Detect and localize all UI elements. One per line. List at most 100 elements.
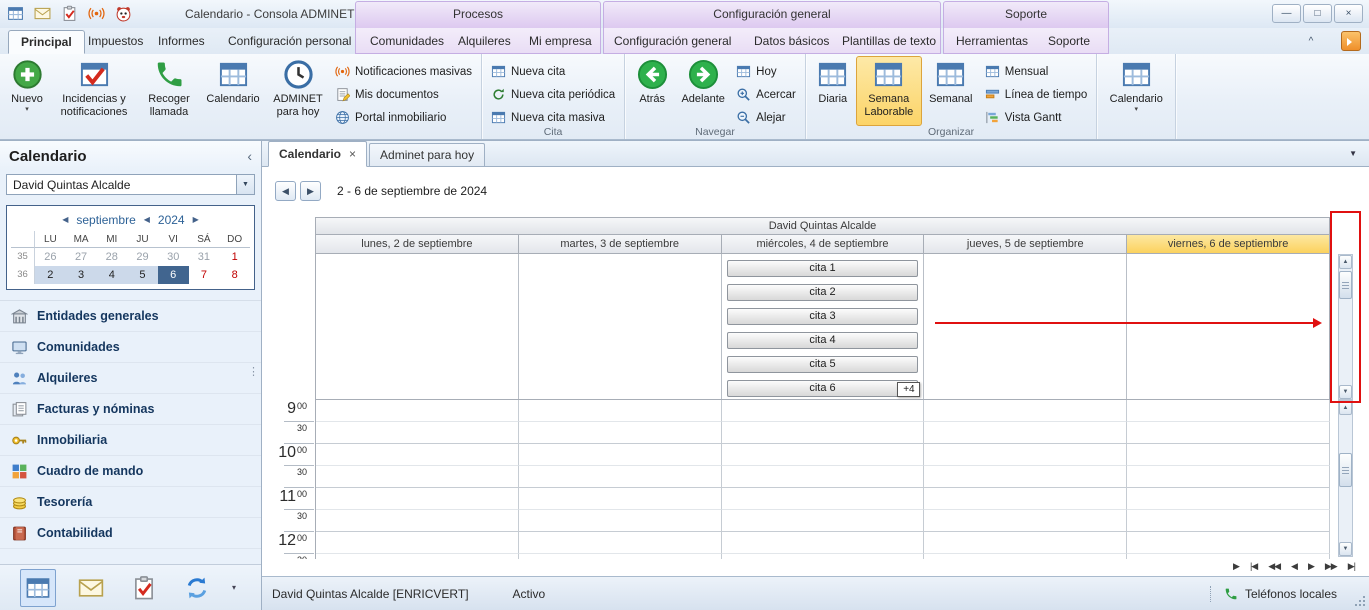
atras-button[interactable]: Atrás xyxy=(629,56,675,126)
calendario-dropdown-button[interactable]: Calendario ▾ xyxy=(1101,56,1171,126)
appointment[interactable]: cita 3 xyxy=(727,308,919,325)
navigator-next-icon[interactable]: ▶ xyxy=(1308,561,1314,572)
allday-col-miercoles[interactable]: cita 1 cita 2 cita 3 cita 4 cita 5 cita … xyxy=(722,254,925,399)
module-overflow-icon[interactable]: ▾ xyxy=(232,583,236,592)
more-appointments-badge[interactable]: +4 xyxy=(897,382,920,397)
allday-col-lunes[interactable] xyxy=(316,254,519,399)
mensual-button[interactable]: Mensual xyxy=(980,61,1092,82)
scrollbar-thumb[interactable] xyxy=(1339,453,1352,487)
mail-icon[interactable] xyxy=(34,5,51,22)
close-tab-icon[interactable]: × xyxy=(349,147,356,161)
nueva-cita-periodica-button[interactable]: Nueva cita periódica xyxy=(486,84,620,105)
navigator-prev-page-icon[interactable]: ◀◀ xyxy=(1268,561,1280,572)
tasks-module-icon[interactable] xyxy=(126,569,162,607)
alejar-button[interactable]: Alejar xyxy=(731,107,801,128)
scroll-down-icon[interactable]: ▼ xyxy=(1339,542,1352,556)
next-range-button[interactable]: ▶ xyxy=(300,181,321,201)
grid-scrollbar[interactable]: ▲ ▼ xyxy=(1338,400,1353,557)
allday-col-martes[interactable] xyxy=(519,254,722,399)
adminet-hoy-button[interactable]: ADMINET para hoy xyxy=(266,56,330,126)
mini-day[interactable]: 28 xyxy=(96,248,127,266)
doc-tab-calendario[interactable]: Calendario × xyxy=(268,141,367,167)
panel-launcher-icon[interactable] xyxy=(1341,31,1361,51)
tab-impuestos[interactable]: Impuestos xyxy=(82,30,149,54)
sidebar-item-comunidades[interactable]: Comunidades xyxy=(0,332,261,363)
navigator-prev-icon[interactable]: ◀ xyxy=(1291,561,1297,572)
navigator-last-icon[interactable]: ▶| xyxy=(1348,561,1355,572)
tab-soporte[interactable]: Soporte xyxy=(1042,30,1096,54)
mini-day[interactable]: 27 xyxy=(66,248,97,266)
day-header-jueves[interactable]: jueves, 5 de septiembre xyxy=(924,235,1127,254)
navigator-play-icon[interactable]: ▶ xyxy=(1233,561,1239,572)
calendar-owner-select[interactable]: David Quintas Alcalde ▼ xyxy=(6,174,255,195)
semanal-button[interactable]: Semanal xyxy=(922,56,980,126)
sidebar-item-facturas[interactable]: Facturas y nóminas xyxy=(0,394,261,425)
incidencias-button[interactable]: Incidencias y notificaciones xyxy=(50,56,138,126)
maximize-button[interactable]: □ xyxy=(1303,4,1332,23)
tasks-icon[interactable] xyxy=(61,5,78,22)
mini-day[interactable]: 1 xyxy=(219,248,250,266)
mini-day[interactable]: 26 xyxy=(35,248,66,266)
prev-year-icon[interactable]: ◀ xyxy=(144,215,150,224)
minimize-button[interactable]: — xyxy=(1272,4,1301,23)
tab-configuracion-general[interactable]: Configuración general xyxy=(608,30,737,54)
linea-de-tiempo-button[interactable]: Línea de tiempo xyxy=(980,84,1092,105)
sidebar-item-inmobiliaria[interactable]: Inmobiliaria xyxy=(0,425,261,456)
navigator-first-icon[interactable]: |◀ xyxy=(1250,561,1257,572)
day-header-lunes[interactable]: lunes, 2 de septiembre xyxy=(316,235,519,254)
sidebar-item-entidades-generales[interactable]: Entidades generales xyxy=(0,301,261,332)
portal-inmobiliario-button[interactable]: Portal inmobiliario xyxy=(330,107,477,128)
mini-day-selected[interactable]: 6 xyxy=(158,266,189,284)
local-phones-label[interactable]: Teléfonos locales xyxy=(1245,587,1337,601)
dropdown-arrow-icon[interactable]: ▼ xyxy=(236,175,254,194)
sync-module-icon[interactable] xyxy=(179,569,215,607)
mis-documentos-button[interactable]: Mis documentos xyxy=(330,84,477,105)
calendario-button[interactable]: Calendario xyxy=(200,56,266,126)
tab-principal[interactable]: Principal xyxy=(8,30,85,54)
doc-tab-adminet-hoy[interactable]: Adminet para hoy xyxy=(369,143,485,166)
hoy-button[interactable]: Hoy xyxy=(731,61,801,82)
next-year-icon[interactable]: ▶ xyxy=(193,215,199,224)
recoger-llamada-button[interactable]: Recoger llamada xyxy=(138,56,200,126)
appointment[interactable]: cita 6 xyxy=(727,380,919,397)
mini-day[interactable]: 31 xyxy=(189,248,220,266)
broadcast-icon[interactable] xyxy=(88,5,105,22)
semana-laborable-button[interactable]: Semana Laborable xyxy=(856,56,922,126)
prev-range-button[interactable]: ◀ xyxy=(275,181,296,201)
diaria-button[interactable]: Diaria xyxy=(810,56,856,126)
allday-col-jueves[interactable] xyxy=(924,254,1127,399)
resize-grip[interactable] xyxy=(1363,604,1365,606)
mini-day[interactable]: 2 xyxy=(35,266,66,284)
day-header-martes[interactable]: martes, 3 de septiembre xyxy=(519,235,722,254)
collapse-sidebar-icon[interactable]: ‹ xyxy=(247,148,252,164)
tab-list-dropdown-icon[interactable]: ▼ xyxy=(1349,149,1357,158)
mini-day[interactable]: 29 xyxy=(127,248,158,266)
tab-informes[interactable]: Informes xyxy=(152,30,211,54)
mini-day[interactable]: 30 xyxy=(158,248,189,266)
nueva-cita-button[interactable]: Nueva cita xyxy=(486,61,620,82)
scroll-up-icon[interactable]: ▲ xyxy=(1339,401,1352,415)
tab-alquileres[interactable]: Alquileres xyxy=(452,30,517,54)
nueva-cita-masiva-button[interactable]: Nueva cita masiva xyxy=(486,107,620,128)
mini-day[interactable]: 7 xyxy=(189,266,220,284)
sidebar-item-tesoreria[interactable]: Tesorería xyxy=(0,487,261,518)
vista-gantt-button[interactable]: Vista Gantt xyxy=(980,107,1092,128)
sidebar-item-alquileres[interactable]: Alquileres xyxy=(0,363,261,394)
acercar-button[interactable]: Acercar xyxy=(731,84,801,105)
appointment[interactable]: cita 2 xyxy=(727,284,919,301)
navigator-next-page-icon[interactable]: ▶▶ xyxy=(1325,561,1337,572)
appointment[interactable]: cita 4 xyxy=(727,332,919,349)
allday-col-viernes[interactable] xyxy=(1127,254,1330,399)
mini-day[interactable]: 3 xyxy=(66,266,97,284)
tab-datos-basicos[interactable]: Datos básicos xyxy=(748,30,835,54)
tab-comunidades[interactable]: Comunidades xyxy=(364,30,450,54)
mini-day[interactable]: 5 xyxy=(127,266,158,284)
mini-day[interactable]: 4 xyxy=(96,266,127,284)
sidebar-splitter[interactable]: ⋮ xyxy=(248,369,259,376)
sidebar-item-contabilidad[interactable]: Contabilidad xyxy=(0,518,261,549)
close-button[interactable]: × xyxy=(1334,4,1363,23)
tab-herramientas[interactable]: Herramientas xyxy=(950,30,1034,54)
notificaciones-masivas-button[interactable]: Notificaciones masivas xyxy=(330,61,477,82)
adelante-button[interactable]: Adelante xyxy=(675,56,731,126)
tab-plantillas-texto[interactable]: Plantillas de texto xyxy=(836,30,942,54)
